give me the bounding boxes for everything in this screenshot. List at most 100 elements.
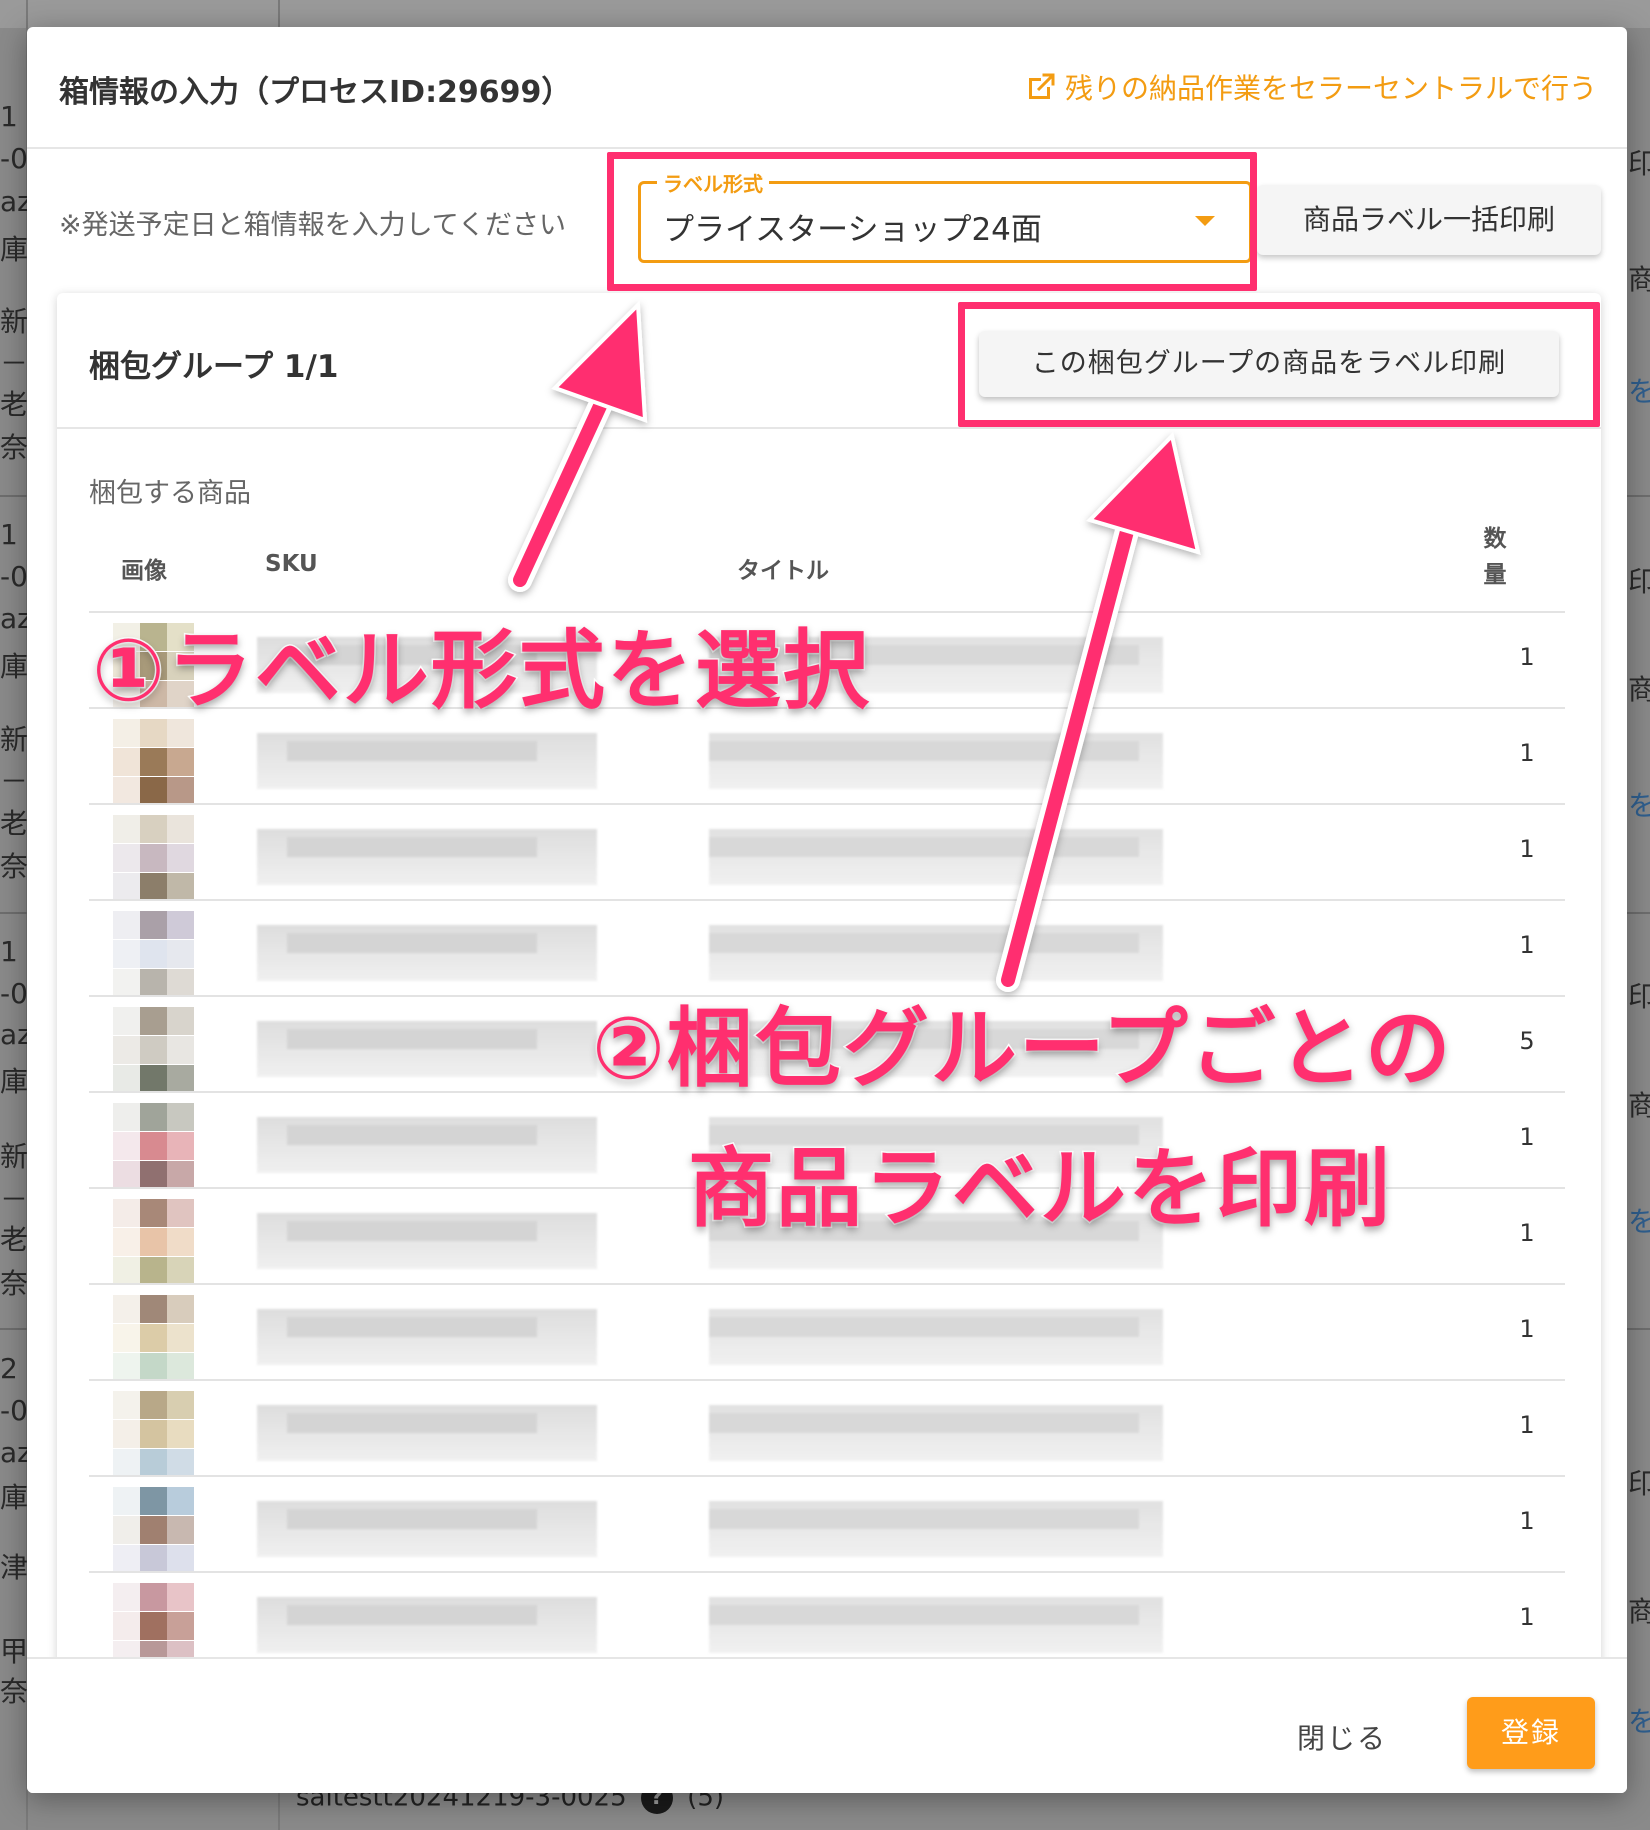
product-image-tile bbox=[113, 1420, 140, 1448]
product-image-tile bbox=[167, 1161, 194, 1189]
product-image bbox=[113, 1199, 195, 1285]
product-image-tile bbox=[113, 1161, 140, 1189]
product-image-tile bbox=[167, 1132, 194, 1160]
background-fragment: 印刷 bbox=[1628, 1467, 1650, 1500]
highlight-group-print bbox=[958, 302, 1600, 427]
product-image-tile bbox=[167, 1036, 194, 1064]
product-image-tile bbox=[140, 1228, 167, 1256]
product-image-tile bbox=[113, 940, 140, 968]
quantity-cell: 1 bbox=[1519, 1123, 1535, 1151]
background-fragment: -0 bbox=[0, 142, 28, 175]
product-image bbox=[113, 1295, 195, 1381]
background-fragment: 1 bbox=[0, 518, 18, 551]
product-image bbox=[113, 1487, 195, 1573]
quantity-cell: 1 bbox=[1519, 1411, 1535, 1439]
product-image-tile bbox=[140, 873, 167, 901]
product-image bbox=[113, 815, 195, 901]
instruction-text: ※発送予定日と箱情報を入力してください bbox=[59, 210, 567, 241]
sku-redacted bbox=[257, 733, 597, 789]
sku-redacted bbox=[257, 829, 597, 885]
sku-redacted bbox=[257, 1213, 597, 1269]
product-image-tile bbox=[140, 1257, 167, 1285]
product-image-tile bbox=[113, 844, 140, 872]
product-image bbox=[113, 1007, 195, 1093]
quantity-cell: 1 bbox=[1519, 643, 1535, 671]
register-button[interactable]: 登録 bbox=[1467, 1697, 1595, 1769]
sku-redacted bbox=[257, 1597, 597, 1653]
bulk-label-print-button[interactable]: 商品ラベル一括印刷 bbox=[1257, 185, 1601, 255]
title-redacted bbox=[709, 1597, 1163, 1653]
product-image-tile bbox=[167, 1353, 194, 1381]
product-image-tile bbox=[113, 1228, 140, 1256]
quantity-cell: 1 bbox=[1519, 835, 1535, 863]
product-image-tile bbox=[167, 844, 194, 872]
external-link-icon bbox=[1028, 73, 1055, 99]
title-redacted bbox=[709, 1309, 1163, 1365]
background-fragment: 印店 bbox=[1628, 980, 1650, 1013]
table-row: 1 bbox=[89, 1381, 1565, 1477]
background-fragment: 印店 bbox=[1628, 147, 1650, 180]
product-image-tile bbox=[140, 1583, 167, 1611]
packing-items-label: 梱包する商品 bbox=[89, 478, 251, 509]
product-image-tile bbox=[167, 1295, 194, 1323]
quantity-cell: 1 bbox=[1519, 1507, 1535, 1535]
product-image-tile bbox=[140, 1353, 167, 1381]
column-header-quantity-line1: 数 bbox=[1483, 526, 1507, 552]
product-image-tile bbox=[113, 1324, 140, 1352]
product-image-tile bbox=[167, 1228, 194, 1256]
product-image-tile bbox=[140, 911, 167, 939]
seller-central-link[interactable]: 残りの納品作業をセラーセントラルで行う bbox=[1023, 67, 1597, 107]
product-image-tile bbox=[167, 873, 194, 901]
product-image-tile bbox=[113, 1199, 140, 1227]
table-row: 1 bbox=[89, 1477, 1565, 1573]
product-image-tile bbox=[140, 1391, 167, 1419]
modal-footer: 閉じる 登録 bbox=[27, 1657, 1627, 1793]
product-image-tile bbox=[113, 1257, 140, 1285]
background-fragment: 商品 bbox=[1628, 673, 1650, 706]
product-image-tile bbox=[167, 1420, 194, 1448]
product-image-tile bbox=[140, 1487, 167, 1515]
product-image-tile bbox=[167, 1199, 194, 1227]
product-image-tile bbox=[140, 1036, 167, 1064]
product-image-tile bbox=[113, 1487, 140, 1515]
product-image-tile bbox=[167, 777, 194, 805]
product-image-tile bbox=[113, 1449, 140, 1477]
product-image bbox=[113, 1391, 195, 1477]
product-image-tile bbox=[140, 777, 167, 805]
product-image-tile bbox=[113, 1583, 140, 1611]
product-image-tile bbox=[140, 1065, 167, 1093]
close-button[interactable]: 閉じる bbox=[1297, 1717, 1387, 1757]
column-header-title: タイトル bbox=[737, 558, 829, 584]
background-fragment: 2 bbox=[0, 1352, 18, 1385]
product-image-tile bbox=[140, 1324, 167, 1352]
product-image-tile bbox=[113, 1065, 140, 1093]
product-image-tile bbox=[167, 748, 194, 776]
product-image-tile bbox=[167, 969, 194, 997]
product-image-tile bbox=[167, 911, 194, 939]
product-image-tile bbox=[113, 1545, 140, 1573]
highlight-label-format bbox=[607, 152, 1257, 291]
modal-title: 箱情報の入力（プロセスID:29699） bbox=[59, 75, 572, 110]
product-image bbox=[113, 911, 195, 997]
table-row: 1 bbox=[89, 805, 1565, 901]
product-image-tile bbox=[113, 1103, 140, 1131]
product-image-tile bbox=[140, 1516, 167, 1544]
column-header-quantity: 数 量 bbox=[1475, 521, 1515, 593]
column-header-image: 画像 bbox=[121, 558, 167, 584]
background-fragment: -0 bbox=[0, 1394, 28, 1427]
product-image-tile bbox=[140, 844, 167, 872]
background-fragment: 1 bbox=[0, 935, 18, 968]
product-image-tile bbox=[140, 1420, 167, 1448]
product-image-tile bbox=[167, 1065, 194, 1093]
product-image-tile bbox=[140, 1295, 167, 1323]
product-image-tile bbox=[113, 1353, 140, 1381]
background-fragment: 商品 bbox=[1628, 263, 1650, 296]
product-image-tile bbox=[140, 1199, 167, 1227]
product-image-tile bbox=[113, 777, 140, 805]
product-image-tile bbox=[140, 748, 167, 776]
product-image-tile bbox=[113, 815, 140, 843]
product-image bbox=[113, 1103, 195, 1189]
product-image-tile bbox=[113, 1007, 140, 1035]
product-image-tile bbox=[167, 1612, 194, 1640]
quantity-cell: 1 bbox=[1519, 931, 1535, 959]
